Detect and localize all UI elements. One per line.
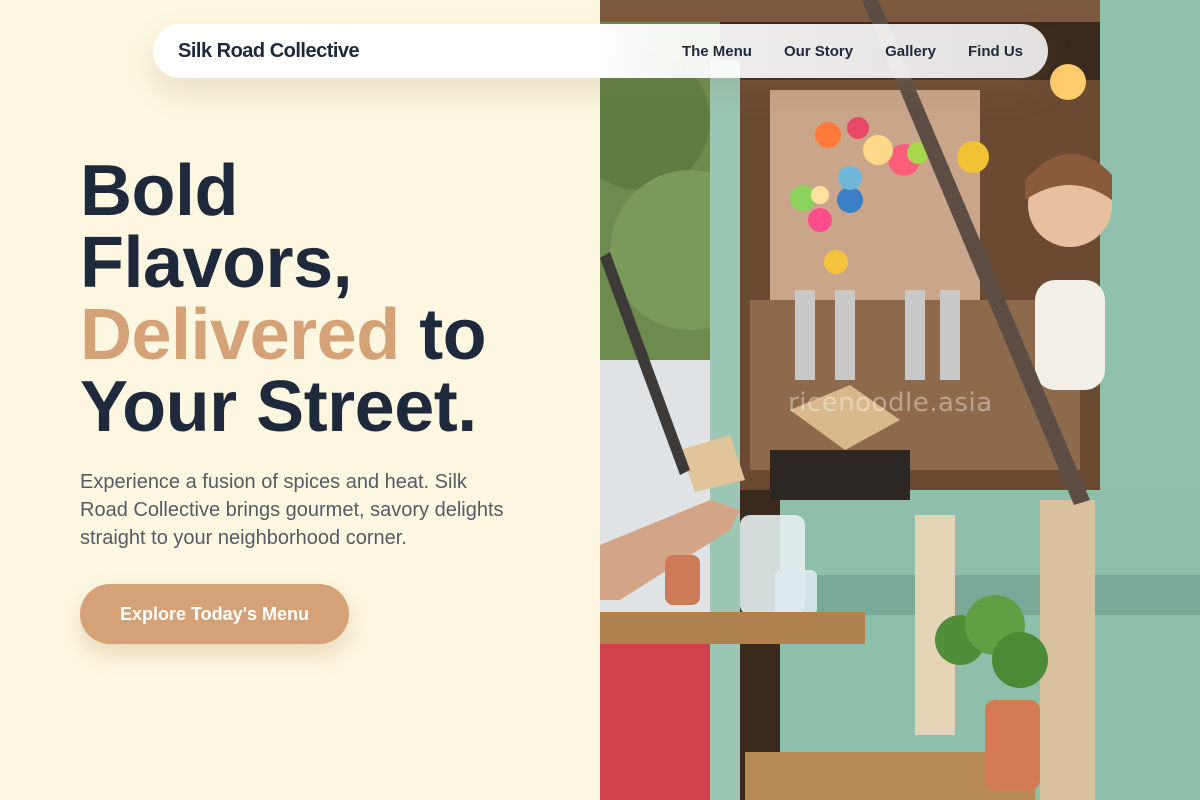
hero-description: Experience a fusion of spices and heat. … xyxy=(80,471,504,549)
nav-links: The Menu Our Story Gallery Find Us xyxy=(682,43,1023,60)
brand-logo[interactable]: Silk Road Collective xyxy=(178,40,360,63)
hero-title-line-1: Bold xyxy=(80,151,238,231)
hero-title: Bold Flavors, Delivered to Your Street. xyxy=(80,155,487,443)
hero-title-accent: Delivered xyxy=(80,295,400,375)
nav-link-the-menu[interactable]: The Menu xyxy=(682,43,752,60)
explore-menu-button[interactable]: Explore Today's Menu xyxy=(80,584,349,644)
hero-title-line-4: Your Street. xyxy=(80,367,477,447)
hero-title-line-3-rest: to xyxy=(399,295,487,375)
nav-link-our-story[interactable]: Our Story xyxy=(784,43,853,60)
hero-title-line-2: Flavors, xyxy=(80,223,353,303)
nav-bar: Silk Road Collective The Menu Our Story … xyxy=(153,24,1048,78)
nav-link-find-us[interactable]: Find Us xyxy=(968,43,1023,60)
photo-watermark: ricenoodle.asia xyxy=(788,388,993,418)
hero-photo: ricenoodle.asia xyxy=(600,0,1200,800)
nav-link-gallery[interactable]: Gallery xyxy=(885,43,936,60)
